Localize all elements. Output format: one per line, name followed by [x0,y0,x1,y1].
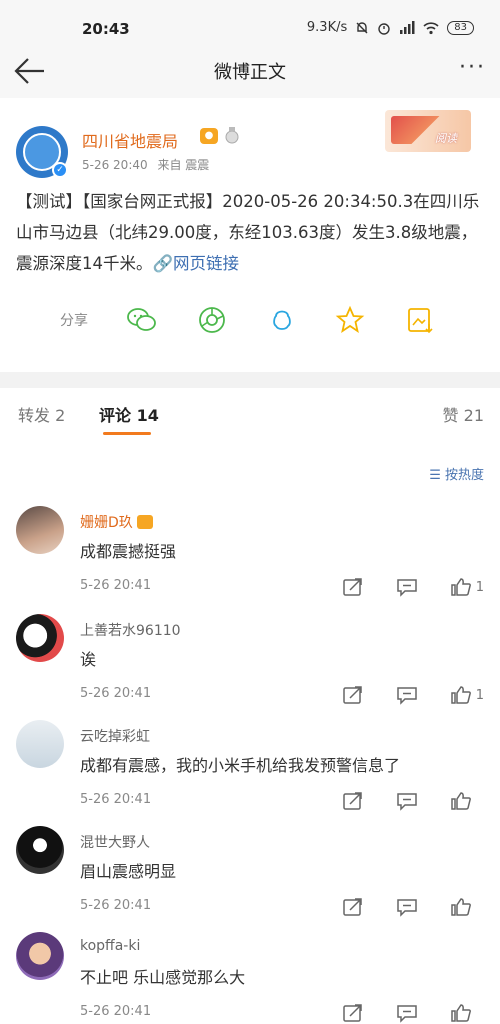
medal-icon [224,126,240,146]
comment-actions [310,1002,484,1024]
sort-label: 按热度 [444,468,484,483]
post-card: ✓ 四川省地震局 ● 5-26 20:40 来自 震震 阅读 【测试】【国家台网… [0,98,500,372]
share-row: 分享 [0,300,500,342]
mute-bell-icon [355,21,369,35]
author-name[interactable]: 四川省地震局 [82,128,178,152]
commenter-avatar[interactable] [16,614,64,662]
comment-text: 成都震撼挺强 [80,542,177,561]
status-time: 20:43 [82,20,130,38]
network-speed: 9.3K/s [306,20,348,35]
share-label: 分享 [60,313,88,329]
signal-icon [399,20,415,35]
share-icon[interactable] [342,897,364,917]
share-icon[interactable] [342,791,364,811]
alarm-icon [377,21,391,35]
share-icon[interactable] [342,577,364,597]
comment-item: 上善若水96110 诶 5-26 20:41 1 [0,614,500,722]
commenter-name[interactable]: 混世大野人 [80,832,150,852]
sort-icon: ☰ [429,468,445,483]
reply-icon[interactable] [396,791,418,811]
like-icon[interactable] [450,897,472,917]
tab-bar: 转发 2 评论 14 赞 21 [0,388,500,442]
share-icon[interactable] [342,1003,364,1023]
post-text: 【测试】【国家台网正式报】2020-05-26 20:34:50.3在四川乐山市… [16,192,480,273]
comment-time: 5-26 20:41 [80,792,152,807]
commenter-name[interactable]: 云吃掉彩虹 [80,726,150,746]
comment-text: 眉山震感明显 [80,862,177,881]
comment-time: 5-26 20:41 [80,578,152,593]
anniversary-badge: 阅读 [385,110,471,152]
like-icon[interactable] [450,791,472,811]
wechat-icon[interactable] [126,304,158,336]
post-source: 来自 震震 [157,158,210,172]
vip-badge-icon [136,515,153,529]
verified-badge-icon: ✓ [52,162,68,178]
comment-text: 诶 [80,650,97,669]
page-title: 微博正文 [214,62,286,83]
wifi-icon [423,21,439,35]
comment-item: kopffa-ki 不止吧 乐山感觉那么大 5-26 20:41 [0,932,500,1024]
comment-text: 不止吧 乐山感觉那么大 [80,968,246,987]
like-count: 1 [475,579,484,595]
comment-item: 云吃掉彩虹 成都有震感，我的小米手机给我发预警信息了 5-26 20:41 [0,720,500,828]
post-time: 5-26 20:40 [82,158,148,172]
commenter-name[interactable]: kopffa-ki [80,938,140,954]
web-link[interactable]: 网页链接 [173,254,239,273]
qq-icon[interactable] [266,304,298,336]
commenter-avatar[interactable] [16,506,64,554]
comment-item: 混世大野人 眉山震感明显 5-26 20:41 [0,826,500,934]
commenter-avatar[interactable] [16,720,64,768]
comment-time: 5-26 20:41 [80,686,152,701]
comment-actions [310,790,484,812]
like-icon[interactable] [450,685,472,705]
moments-icon[interactable] [196,304,228,336]
comment-actions [310,896,484,918]
comment-list: ☰ 按热度 姗姗D玖 成都震撼挺强 5-26 20:41 1 上善若水96110… [0,442,500,1024]
comment-text: 成都有震感，我的小米手机给我发预警信息了 [80,756,401,775]
commenter-avatar[interactable] [16,932,64,980]
status-bar: 20:43 9.3K/s 83 [0,0,500,44]
sort-button[interactable]: ☰ 按热度 [429,464,484,483]
reply-icon[interactable] [396,1003,418,1023]
commenter-avatar[interactable] [16,826,64,874]
comment-actions: 1 [310,684,484,706]
reply-icon[interactable] [396,577,418,597]
share-icon[interactable] [342,685,364,705]
like-icon[interactable] [450,577,472,597]
battery-indicator: 83 [447,20,474,35]
post-body: 【测试】【国家台网正式报】2020-05-26 20:34:50.3在四川乐山市… [16,186,486,279]
comment-time: 5-26 20:41 [80,1004,152,1019]
link-icon[interactable]: 🔗 [153,254,174,273]
status-icons: 9.3K/s 83 [307,20,474,35]
comment-item: 姗姗D玖 成都震撼挺强 5-26 20:41 1 [0,506,500,614]
anniversary-stamp: 阅读 [435,132,457,145]
qzone-star-icon[interactable] [334,304,366,336]
like-icon[interactable] [450,1003,472,1023]
nav-bar: 微博正文 ··· [0,44,500,98]
reply-icon[interactable] [396,897,418,917]
tab-likes[interactable]: 赞 21 [443,402,484,426]
active-tab-indicator [103,432,151,435]
commenter-name[interactable]: 姗姗D玖 [80,512,153,532]
like-count: 1 [475,687,484,703]
save-image-icon[interactable] [404,304,436,336]
commenter-name[interactable]: 上善若水96110 [80,620,181,640]
more-options-icon[interactable]: ··· [459,57,486,79]
tab-comments[interactable]: 评论 14 [99,402,159,426]
comment-time: 5-26 20:41 [80,898,152,913]
comment-actions: 1 [310,576,484,598]
vip-badge-icon: ● [200,128,218,144]
tab-reposts[interactable]: 转发 2 [18,402,65,426]
reply-icon[interactable] [396,685,418,705]
back-arrow-icon[interactable] [12,54,48,88]
post-meta: 5-26 20:40 来自 震震 [82,156,209,173]
